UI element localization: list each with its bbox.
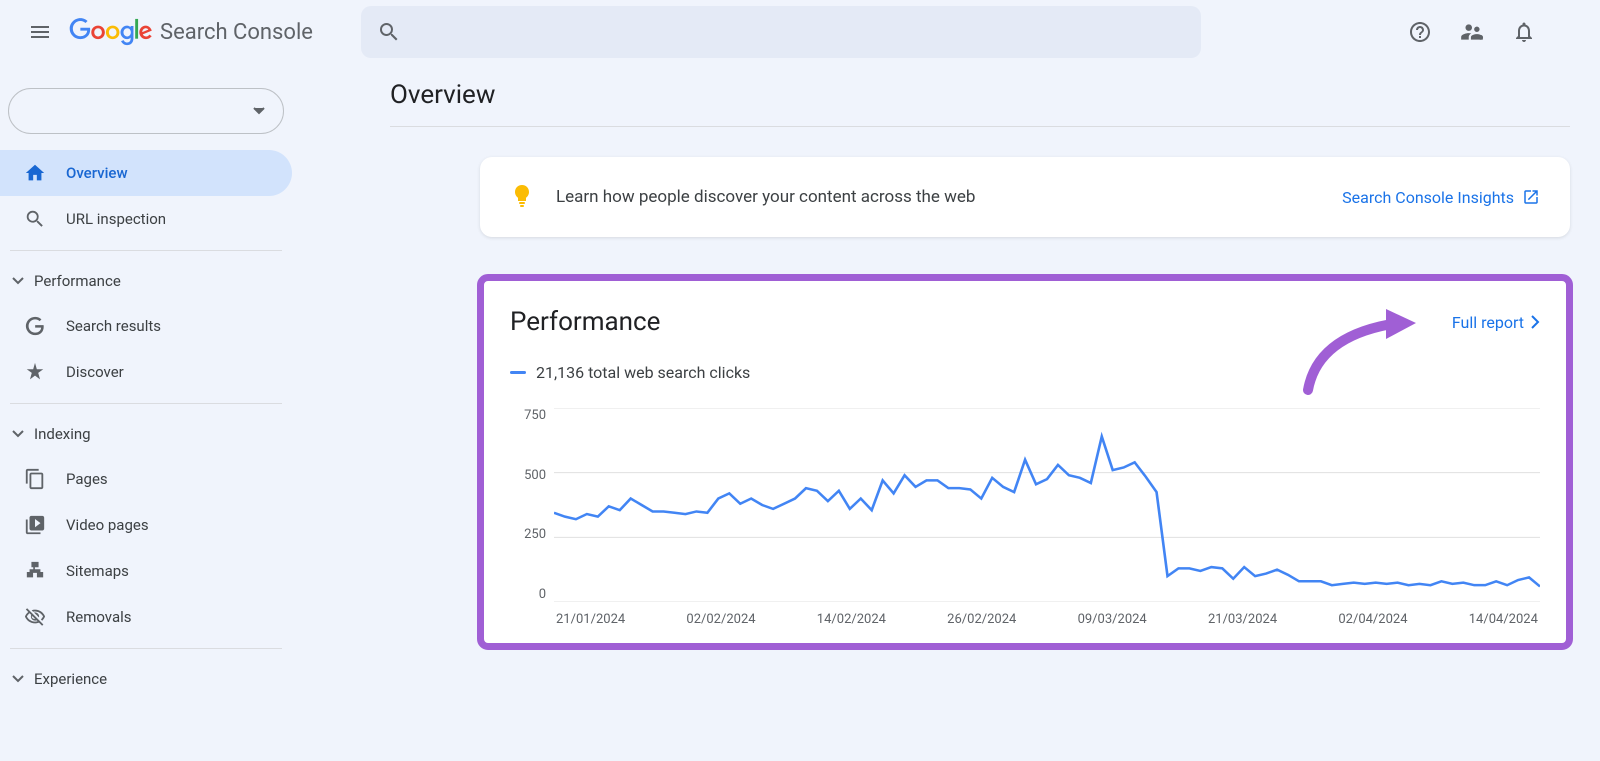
home-icon [24, 162, 46, 184]
google-g-icon [24, 315, 46, 337]
google-logo-icon [68, 18, 154, 46]
visibility-off-icon [24, 606, 46, 628]
sidebar-item-sitemaps[interactable]: Sitemaps [0, 548, 292, 594]
help-button[interactable] [1400, 12, 1440, 52]
insights-link-label: Search Console Insights [1342, 188, 1514, 207]
hamburger-menu-button[interactable] [16, 8, 64, 56]
y-axis-labels: 7505002500 [510, 408, 546, 602]
line-chart [554, 408, 1540, 602]
sidebar-section-performance[interactable]: Performance [0, 259, 292, 303]
property-selector[interactable] [8, 88, 284, 134]
content: Overview Learn how people discover your … [390, 80, 1570, 647]
x-axis-labels: 21/01/202402/02/202414/02/202426/02/2024… [554, 612, 1540, 627]
chevron-right-icon [1530, 315, 1540, 329]
sidebar-section-experience[interactable]: Experience [0, 657, 292, 701]
chevron-down-icon [12, 675, 24, 683]
full-report-link[interactable]: Full report [1452, 313, 1540, 332]
chevron-down-icon [12, 430, 24, 438]
chevron-down-icon [12, 277, 24, 285]
notifications-button[interactable] [1504, 12, 1544, 52]
divider [390, 126, 1570, 127]
people-button[interactable] [1452, 12, 1492, 52]
sidebar: Overview URL inspection Performance Sear… [0, 80, 300, 701]
search-icon [377, 20, 401, 44]
section-label: Experience [34, 670, 107, 688]
open-in-new-icon [1522, 188, 1540, 206]
sidebar-item-url-inspection[interactable]: URL inspection [0, 196, 292, 242]
legend-color-swatch [510, 371, 526, 374]
chart: 7505002500 21/01/202402/02/202414/02/202… [510, 408, 1540, 627]
divider [10, 403, 282, 404]
sidebar-item-discover[interactable]: Discover [0, 349, 292, 395]
divider [10, 648, 282, 649]
section-label: Indexing [34, 425, 91, 443]
sidebar-item-label: Removals [66, 608, 132, 626]
performance-card: Performance Full report 21,136 total web… [480, 277, 1570, 647]
insights-link[interactable]: Search Console Insights [1342, 188, 1540, 207]
sidebar-item-label: Overview [66, 164, 128, 182]
chevron-down-icon [253, 107, 265, 115]
sidebar-item-search-results[interactable]: Search results [0, 303, 292, 349]
page-title: Overview [390, 80, 1570, 110]
divider [10, 250, 282, 251]
search-icon [24, 208, 46, 230]
sidebar-item-video-pages[interactable]: Video pages [0, 502, 292, 548]
insights-card: Learn how people discover your content a… [480, 157, 1570, 237]
pages-icon [24, 468, 46, 490]
header: Search Console [0, 0, 1600, 64]
sidebar-item-pages[interactable]: Pages [0, 456, 292, 502]
logo: Search Console [68, 18, 313, 46]
discover-icon [24, 361, 46, 383]
app-name: Search Console [160, 20, 313, 45]
sidebar-item-removals[interactable]: Removals [0, 594, 292, 640]
sidebar-item-label: Search results [66, 317, 161, 335]
legend-label: 21,136 total web search clicks [536, 363, 750, 382]
insights-text: Learn how people discover your content a… [556, 187, 975, 207]
hamburger-icon [28, 20, 52, 44]
sidebar-item-label: Video pages [66, 516, 149, 534]
sidebar-item-overview[interactable]: Overview [0, 150, 292, 196]
full-report-label: Full report [1452, 313, 1524, 332]
help-icon [1408, 20, 1432, 44]
sidebar-section-indexing[interactable]: Indexing [0, 412, 292, 456]
search-bar[interactable] [361, 6, 1201, 58]
performance-title: Performance [510, 307, 660, 337]
section-label: Performance [34, 272, 121, 290]
sitemap-icon [24, 560, 46, 582]
sidebar-item-label: URL inspection [66, 210, 166, 228]
bell-icon [1512, 20, 1536, 44]
chart-legend: 21,136 total web search clicks [510, 363, 1540, 382]
sidebar-item-label: Sitemaps [66, 562, 129, 580]
people-settings-icon [1459, 19, 1485, 45]
video-icon [24, 514, 46, 536]
lightbulb-icon [510, 183, 534, 211]
sidebar-item-label: Discover [66, 363, 124, 381]
sidebar-item-label: Pages [66, 470, 108, 488]
